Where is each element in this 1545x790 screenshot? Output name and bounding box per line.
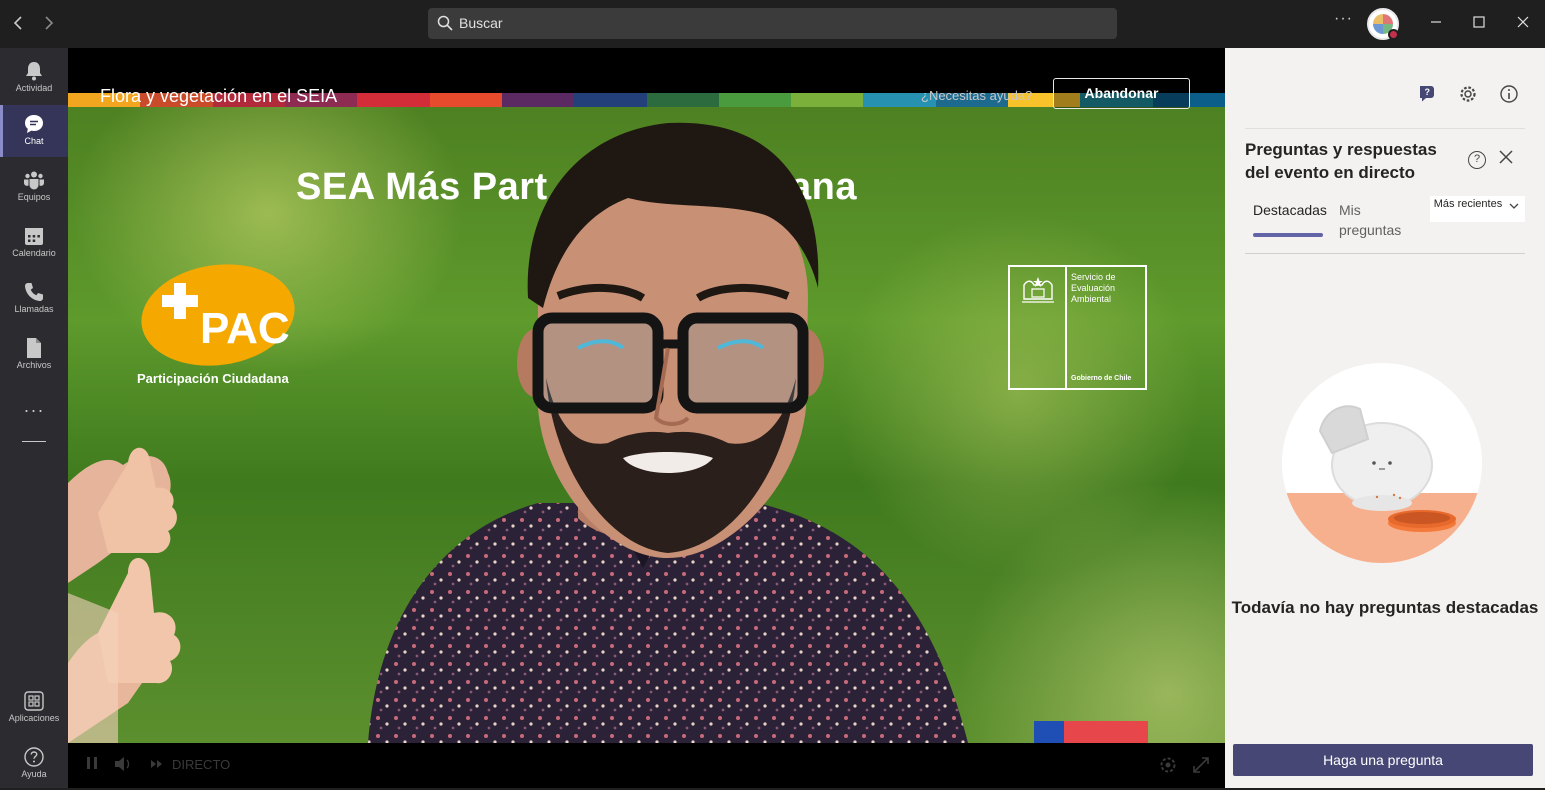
rail-more-apps-button[interactable]: ··· <box>0 400 68 421</box>
chat-icon <box>25 115 43 133</box>
empty-jar-illustration <box>1282 363 1482 563</box>
minimize-button[interactable] <box>1424 12 1448 36</box>
phone-icon <box>25 283 43 301</box>
rail-item-label: Ayuda <box>21 769 47 779</box>
empty-state-text: Todavía no hay preguntas destacadas <box>1231 598 1539 617</box>
qa-panel: ? Preguntas y respuestas del evento en d… <box>1225 48 1545 788</box>
rail-item-label: Equipos <box>17 192 51 202</box>
tab-my-questions[interactable]: Mis preguntas <box>1339 200 1409 240</box>
tabs-divider <box>1245 253 1525 254</box>
forward-button[interactable] <box>38 12 60 36</box>
chevron-left-icon <box>13 16 22 30</box>
sort-label: Más recientes <box>1433 198 1503 210</box>
qa-help-button[interactable]: ? <box>1468 151 1486 169</box>
teams-icon <box>24 171 44 190</box>
rail-item-label: Llamadas <box>14 304 54 314</box>
active-tab-indicator <box>1253 233 1323 237</box>
panel-divider <box>1245 128 1525 129</box>
sort-dropdown[interactable]: Más recientes <box>1430 196 1525 222</box>
close-icon <box>1517 16 1529 28</box>
back-button[interactable] <box>8 12 30 36</box>
rail-divider <box>22 441 46 442</box>
bell-icon <box>26 62 42 81</box>
file-icon <box>27 338 41 358</box>
rail-item-files[interactable]: Archivos <box>0 329 68 381</box>
rail-item-label: Archivos <box>16 360 52 370</box>
close-window-button[interactable] <box>1511 12 1535 36</box>
search-input[interactable]: Buscar <box>428 8 1117 39</box>
search-icon <box>437 15 453 31</box>
qa-icon[interactable]: ? <box>1417 84 1437 104</box>
more-options-button[interactable]: ··· <box>1334 10 1353 28</box>
info-icon[interactable] <box>1499 84 1519 104</box>
maximize-icon <box>1473 16 1485 28</box>
maximize-button[interactable] <box>1467 12 1491 36</box>
live-event-video[interactable]: Flora y vegetación en el SEIA ¿Necesitas… <box>68 48 1225 788</box>
close-icon <box>1499 150 1513 164</box>
rail-item-apps[interactable]: Aplicaciones <box>0 682 68 734</box>
calendar-icon <box>25 228 43 245</box>
rail-item-label: Aplicaciones <box>8 713 60 723</box>
volume-icon[interactable] <box>114 756 134 772</box>
gear-icon[interactable] <box>1458 84 1478 104</box>
app-rail: Actividad Chat Equipos Calendario Llamad… <box>0 48 68 788</box>
svg-text:?: ? <box>1425 87 1431 97</box>
live-label: DIRECTO <box>172 757 231 772</box>
qa-title: Preguntas y respuestas del evento en dir… <box>1245 140 1437 182</box>
rail-item-activity[interactable]: Actividad <box>0 52 68 104</box>
help-icon <box>24 747 44 767</box>
pause-icon[interactable] <box>86 756 98 770</box>
flag-strip <box>1034 721 1148 743</box>
chevron-right-icon <box>45 16 54 30</box>
fullscreen-icon[interactable] <box>1192 756 1210 774</box>
rail-item-calls[interactable]: Llamadas <box>0 273 68 325</box>
rail-item-teams[interactable]: Equipos <box>0 161 68 213</box>
tab-featured[interactable]: Destacadas <box>1253 200 1327 220</box>
chevron-down-icon <box>1509 203 1519 209</box>
rail-item-chat[interactable]: Chat <box>0 105 68 157</box>
search-placeholder: Buscar <box>459 15 503 31</box>
ask-question-button[interactable]: Haga una pregunta <box>1233 744 1533 776</box>
presenter-video <box>368 122 968 743</box>
rail-item-label: Chat <box>24 136 44 146</box>
rail-item-label: Calendario <box>12 248 56 258</box>
apps-icon <box>24 691 44 711</box>
rail-item-help[interactable]: Ayuda <box>0 738 68 790</box>
rail-item-calendar[interactable]: Calendario <box>0 217 68 269</box>
settings-icon[interactable] <box>1159 756 1177 774</box>
qa-close-button[interactable] <box>1499 148 1513 168</box>
player-controls: DIRECTO <box>68 743 1225 788</box>
skip-to-live-icon[interactable] <box>150 759 164 769</box>
rail-item-label: Actividad <box>15 83 53 93</box>
minimize-icon <box>1431 21 1441 23</box>
presence-status-icon <box>1388 29 1399 40</box>
title-bar: Buscar ··· <box>0 0 1545 48</box>
